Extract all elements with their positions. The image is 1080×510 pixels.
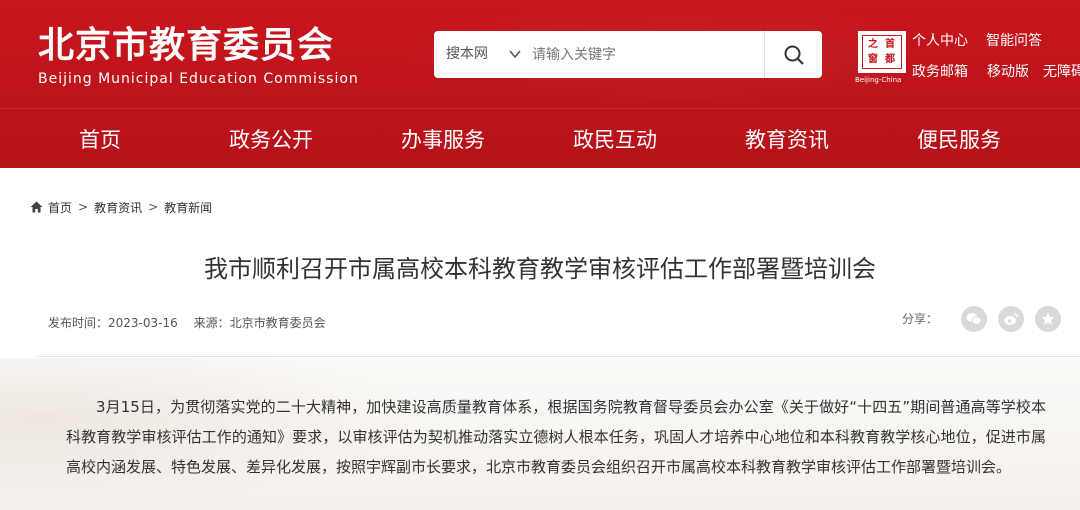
weibo-icon <box>1004 313 1019 325</box>
link-smart-qa[interactable]: 智能问答 <box>986 32 1042 50</box>
nav-item-public-services[interactable]: 便民服务 <box>917 118 1001 162</box>
publish-time: 发布时间：2023-03-16 <box>48 316 178 330</box>
site-header: 北京市教育委员会 Beijing Municipal Education Com… <box>0 0 1080 168</box>
nav-item-education-news[interactable]: 教育资讯 <box>745 118 829 162</box>
wechat-share-button[interactable] <box>961 306 987 332</box>
breadcrumb-separator: > <box>78 200 89 214</box>
share-label: 分享： <box>902 312 939 326</box>
favorite-share-button[interactable] <box>1035 306 1061 332</box>
search-icon <box>784 45 804 65</box>
home-icon <box>30 201 43 213</box>
nav-item-interaction[interactable]: 政民互动 <box>573 118 657 162</box>
article-title: 我市顺利召开市属高校本科教育教学审核评估工作部署暨培训会 <box>204 255 876 283</box>
search-scope-select[interactable]: 搜本网 <box>446 31 488 78</box>
star-icon <box>1041 312 1055 325</box>
capital-window-seal-logo[interactable]: 首 之 都 窗 <box>858 31 906 73</box>
article-meta: 发布时间：2023-03-16 来源：北京市教育委员会 <box>48 314 338 332</box>
site-logo-title[interactable]: 北京市教育委员会 <box>38 26 334 66</box>
link-accessibility[interactable]: 无障碍 <box>1043 63 1080 81</box>
main-nav: 首页 政务公开 办事服务 政民互动 教育资讯 便民服务 <box>0 118 1080 162</box>
nav-item-services[interactable]: 办事服务 <box>401 118 485 162</box>
article-source: 来源：北京市教育委员会 <box>193 316 326 330</box>
link-personal-center[interactable]: 个人中心 <box>912 32 968 50</box>
nav-item-home[interactable]: 首页 <box>79 118 121 162</box>
wechat-icon <box>966 313 982 325</box>
link-gov-mailbox[interactable]: 政务邮箱 <box>912 63 968 81</box>
weibo-share-button[interactable] <box>998 306 1024 332</box>
breadcrumb: 首页 > 教育资讯 > 教育新闻 <box>30 198 212 216</box>
breadcrumb-education-news[interactable]: 教育新闻 <box>164 199 212 216</box>
article-paragraph: 3月15日，为贯彻落实党的二十大精神，加快建设高质量教育体系，根据国务院教育督导… <box>66 398 1046 476</box>
breadcrumb-separator: > <box>148 200 159 214</box>
search-button[interactable] <box>764 31 822 78</box>
breadcrumb-education-news-section[interactable]: 教育资讯 <box>94 199 142 216</box>
seal-caption: Beijing-China <box>855 76 902 84</box>
search-box: 搜本网 <box>434 31 822 78</box>
breadcrumb-home[interactable]: 首页 <box>48 199 72 216</box>
article-divider <box>35 356 1080 357</box>
search-input[interactable] <box>532 39 732 70</box>
nav-item-gov-affairs[interactable]: 政务公开 <box>229 118 313 162</box>
site-logo-subtitle: Beijing Municipal Education Commission <box>38 71 359 87</box>
chevron-down-icon[interactable] <box>508 47 522 61</box>
link-mobile-version[interactable]: 移动版 <box>987 63 1029 81</box>
